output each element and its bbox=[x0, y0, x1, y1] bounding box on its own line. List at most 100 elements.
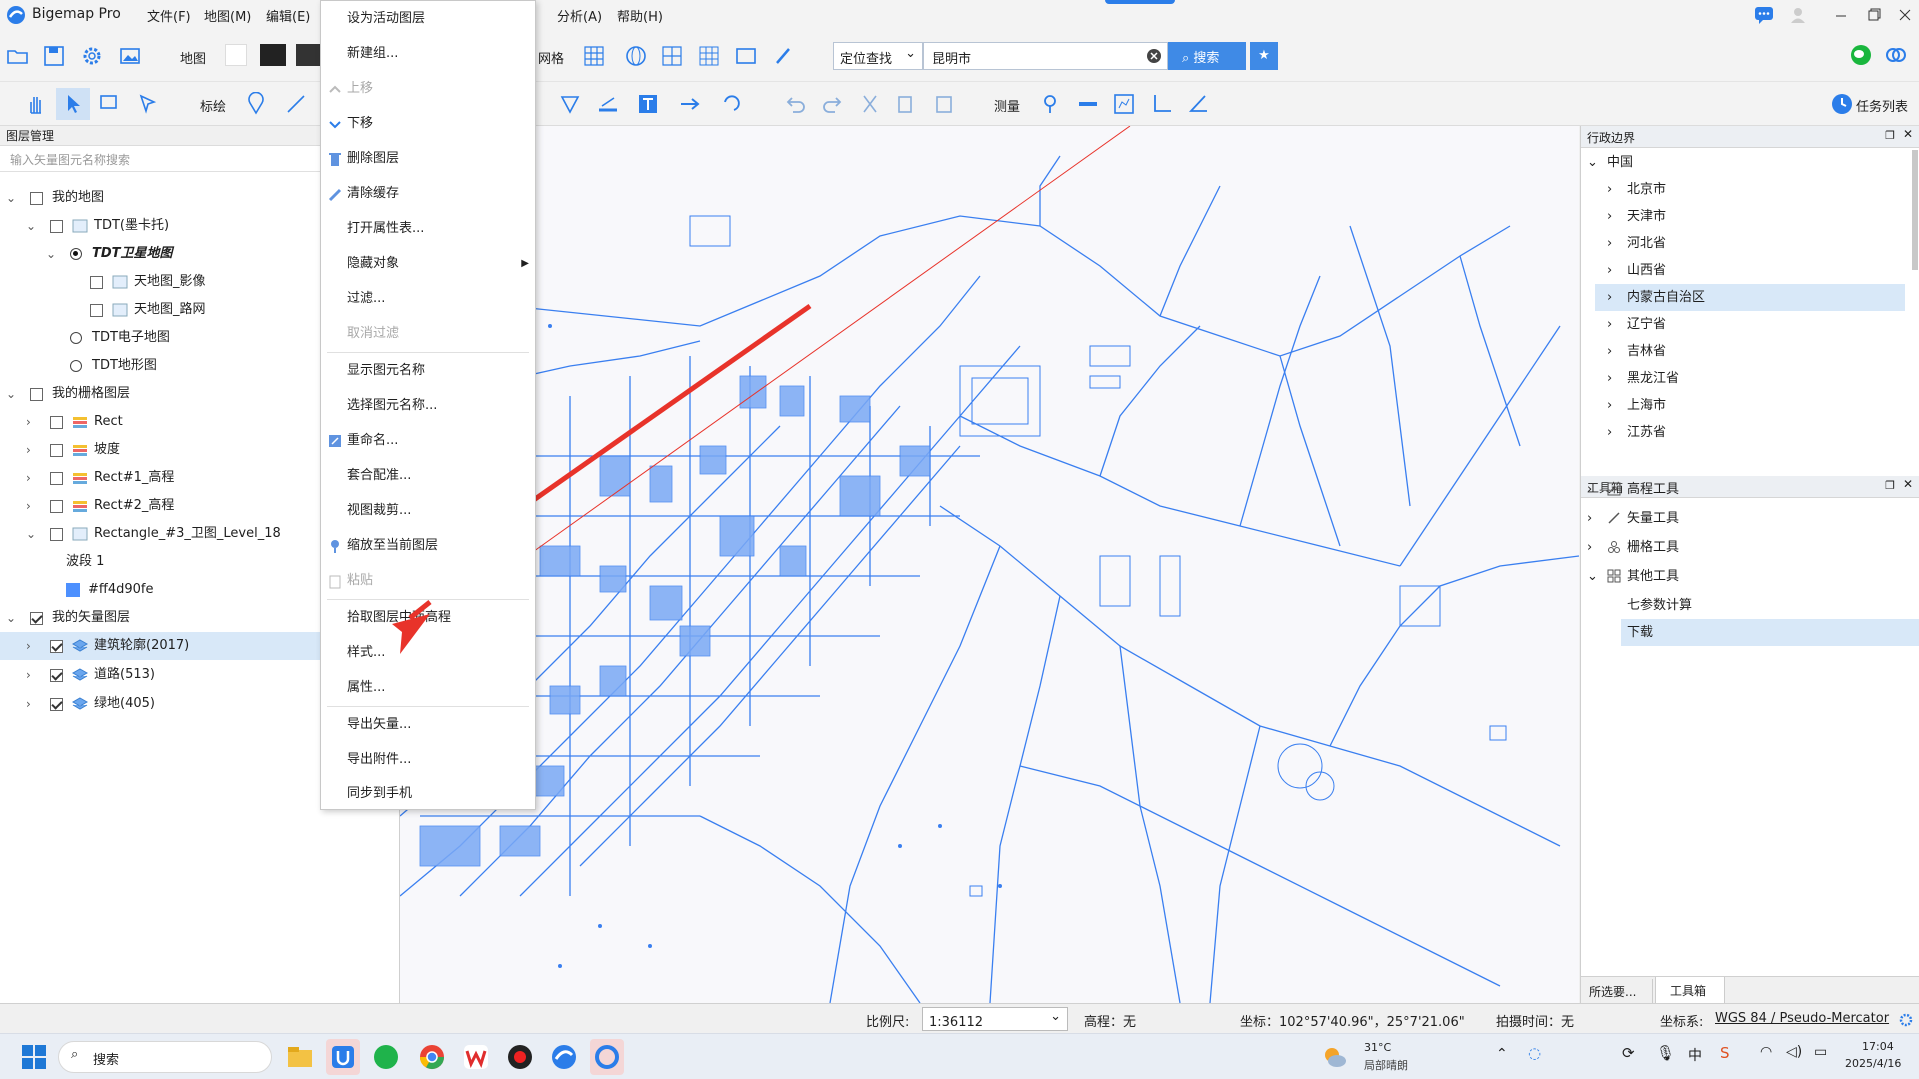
chevron-down-icon[interactable]: ⌄ bbox=[6, 604, 16, 632]
layer-checkbox[interactable] bbox=[30, 612, 43, 625]
chevron-down-icon[interactable]: ⌄ bbox=[1587, 149, 1598, 176]
bigemap-taskbar-icon[interactable] bbox=[550, 1043, 578, 1071]
menu-hide-objects[interactable]: 隐藏对象 ▶ bbox=[321, 246, 535, 281]
chevron-right-icon[interactable]: › bbox=[1587, 505, 1592, 532]
admin-scrollbar[interactable] bbox=[1912, 150, 1918, 270]
layer-radio[interactable] bbox=[70, 332, 82, 344]
layer-radio[interactable] bbox=[70, 248, 82, 260]
wechat-taskbar-icon[interactable] bbox=[372, 1043, 400, 1071]
minimize-button[interactable] bbox=[1829, 4, 1853, 26]
chevron-right-icon[interactable]: › bbox=[26, 492, 31, 520]
chevron-right-icon[interactable]: › bbox=[26, 408, 31, 436]
layer-checkbox[interactable] bbox=[50, 640, 63, 653]
menu-rename[interactable]: 重命名... bbox=[321, 423, 535, 458]
grid-icon[interactable] bbox=[582, 44, 606, 68]
arrow-tool-icon[interactable] bbox=[678, 92, 702, 116]
settings-icon[interactable] bbox=[80, 44, 104, 68]
map-canvas[interactable] bbox=[400, 126, 1579, 1003]
toolbox-seven-param[interactable]: 七参数计算 bbox=[1581, 592, 1919, 619]
menu-filter[interactable]: 过滤... bbox=[321, 281, 535, 316]
favorite-star-icon[interactable]: ★ bbox=[1250, 42, 1278, 70]
chevron-down-icon[interactable]: ⌄ bbox=[1587, 563, 1598, 590]
zoom-rect-icon[interactable] bbox=[98, 92, 122, 116]
admin-item[interactable]: › 上海市 bbox=[1581, 392, 1919, 419]
chevron-down-icon[interactable]: ⌄ bbox=[6, 380, 16, 408]
undo-icon[interactable] bbox=[784, 92, 808, 116]
toolbox-other[interactable]: ⌄ 其他工具 bbox=[1581, 563, 1919, 590]
tray-app-icon[interactable]: ◌ bbox=[1528, 1044, 1541, 1062]
brush-icon[interactable] bbox=[772, 44, 796, 68]
save-icon[interactable] bbox=[42, 44, 66, 68]
admin-item[interactable]: › 吉林省 bbox=[1581, 338, 1919, 365]
task-list-label[interactable]: 任务列表 bbox=[1856, 96, 1908, 115]
measure-distance-icon[interactable] bbox=[1076, 92, 1100, 116]
menu-map[interactable]: 地图(M) bbox=[204, 6, 251, 25]
task-list-icon[interactable] bbox=[1831, 93, 1853, 115]
wechat-icon[interactable] bbox=[1850, 44, 1872, 66]
menu-edit[interactable]: 编辑(E) bbox=[266, 6, 310, 25]
admin-item[interactable]: › 北京市 bbox=[1581, 176, 1919, 203]
tray-chevron-up-icon[interactable]: ⌃ bbox=[1496, 1046, 1508, 1062]
volume-icon[interactable]: ◁) bbox=[1786, 1044, 1802, 1060]
line-icon[interactable] bbox=[284, 92, 308, 116]
mic-icon[interactable]: 🎙 bbox=[1656, 1044, 1675, 1062]
redo-icon[interactable] bbox=[820, 92, 844, 116]
menu-paste[interactable]: 粘贴 bbox=[321, 563, 535, 598]
copy-icon[interactable] bbox=[894, 92, 918, 116]
ime-s-icon[interactable]: S bbox=[1720, 1044, 1730, 1062]
polygon-icon[interactable] bbox=[558, 92, 582, 116]
menu-zoom-to-layer[interactable]: 缩放至当前图层 bbox=[321, 528, 535, 563]
menu-match[interactable]: 套合配准... bbox=[321, 458, 535, 493]
open-folder-icon[interactable] bbox=[6, 44, 30, 68]
file-explorer-icon[interactable] bbox=[286, 1043, 314, 1071]
toolbox-raster[interactable]: › 栅格工具 bbox=[1581, 534, 1919, 561]
hand-pan-icon[interactable] bbox=[24, 92, 48, 116]
chevron-right-icon[interactable]: › bbox=[1587, 476, 1592, 503]
layer-radio[interactable] bbox=[70, 360, 82, 372]
globe-lnglat-icon[interactable] bbox=[624, 44, 648, 68]
menu-show-names[interactable]: 显示图元名称 bbox=[321, 353, 535, 388]
menu-clear-cache[interactable]: 清除缓存 bbox=[321, 176, 535, 211]
pin-icon[interactable] bbox=[244, 92, 268, 116]
gear-icon[interactable] bbox=[1898, 1012, 1914, 1028]
chevron-right-icon[interactable]: › bbox=[1607, 419, 1612, 446]
layer-checkbox[interactable] bbox=[90, 276, 103, 289]
tab-selected-features[interactable]: 所选要... bbox=[1583, 979, 1653, 1003]
chevron-down-icon[interactable]: ⌄ bbox=[26, 520, 36, 548]
chevron-right-icon[interactable]: › bbox=[26, 690, 31, 718]
menu-open-attributes[interactable]: 打开属性表... bbox=[321, 211, 535, 246]
taskbar-search-box[interactable]: ⌕ 搜索 bbox=[58, 1041, 272, 1073]
chevron-right-icon[interactable]: › bbox=[1607, 392, 1612, 419]
menu-export-vector[interactable]: 导出矢量... bbox=[321, 707, 535, 742]
layer-checkbox[interactable] bbox=[50, 528, 63, 541]
menu-properties[interactable]: 属性... bbox=[321, 670, 535, 705]
measure-angle-icon[interactable] bbox=[1186, 92, 1210, 116]
admin-root[interactable]: ⌄ 中国 bbox=[1581, 149, 1919, 176]
layer-checkbox[interactable] bbox=[50, 698, 63, 711]
toolbox-elevation[interactable]: › 高程工具 bbox=[1581, 476, 1919, 503]
menu-delete-layer[interactable]: 删除图层 bbox=[321, 141, 535, 176]
toolbox-vector[interactable]: › 矢量工具 bbox=[1581, 505, 1919, 532]
image-icon[interactable] bbox=[118, 44, 142, 68]
layer-checkbox[interactable] bbox=[50, 220, 63, 233]
chevron-right-icon[interactable]: › bbox=[1607, 257, 1612, 284]
toolbox-download[interactable]: 下载 bbox=[1621, 619, 1919, 646]
chrome-icon[interactable] bbox=[418, 1043, 446, 1071]
menu-select-names[interactable]: 选择图元名称... bbox=[321, 388, 535, 423]
search-mode-select[interactable]: 定位查找 ⌄ bbox=[833, 42, 923, 70]
menu-set-active[interactable]: 设为活动图层 bbox=[321, 1, 535, 36]
admin-item[interactable]: › 江苏省 bbox=[1581, 419, 1919, 446]
float-icon[interactable]: ❐ bbox=[1885, 129, 1895, 142]
crs-link[interactable]: WGS 84 / Pseudo-Mercator bbox=[1715, 1011, 1889, 1026]
measure-point-icon[interactable] bbox=[1038, 92, 1062, 116]
scale-select[interactable]: 1:36112 ⌄ bbox=[922, 1007, 1068, 1031]
paste-icon[interactable] bbox=[932, 92, 956, 116]
text-icon[interactable] bbox=[636, 92, 660, 116]
menu-cancel-filter[interactable]: 取消过滤 bbox=[321, 316, 535, 351]
restore-button[interactable] bbox=[1861, 4, 1885, 26]
chevron-right-icon[interactable]: › bbox=[1607, 365, 1612, 392]
chevron-down-icon[interactable]: ⌄ bbox=[46, 240, 56, 268]
close-button[interactable] bbox=[1893, 4, 1917, 26]
chevron-right-icon[interactable]: › bbox=[26, 661, 31, 689]
curve-icon[interactable] bbox=[720, 92, 744, 116]
